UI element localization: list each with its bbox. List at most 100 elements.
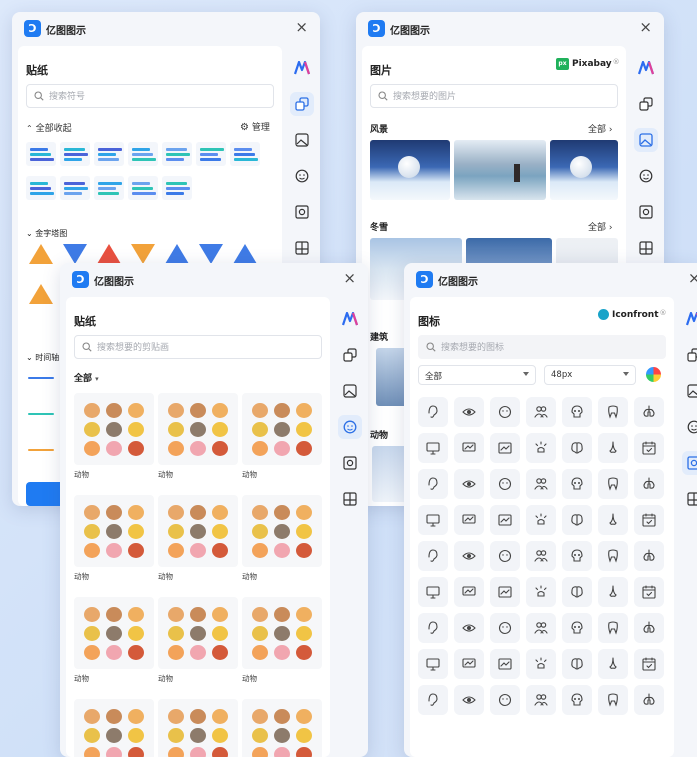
sticker-card[interactable]: 动物 xyxy=(74,393,154,480)
bulb-icon[interactable] xyxy=(526,433,556,463)
nose-icon[interactable] xyxy=(598,577,628,607)
sticker-card[interactable]: 动物 xyxy=(242,597,322,684)
ear-icon[interactable] xyxy=(418,469,448,499)
people-icon[interactable] xyxy=(526,397,556,427)
shapes-icon[interactable] xyxy=(682,343,697,367)
tooth-icon[interactable] xyxy=(598,541,628,571)
icon-library-icon[interactable] xyxy=(290,200,314,224)
sticker-card[interactable]: 动物 xyxy=(242,393,322,480)
diagram-symbol[interactable] xyxy=(128,176,158,200)
calendar-icon[interactable] xyxy=(634,649,664,679)
diagram-symbol[interactable] xyxy=(128,142,158,166)
ai-brand-icon[interactable] xyxy=(682,307,697,331)
ear-icon[interactable] xyxy=(418,685,448,715)
size-select[interactable]: 48px xyxy=(544,365,636,385)
lungs-icon[interactable] xyxy=(634,469,664,499)
template-icon[interactable] xyxy=(682,487,697,511)
close-button[interactable]: × xyxy=(688,271,697,286)
search-input-box[interactable] xyxy=(74,335,322,359)
nose-icon[interactable] xyxy=(598,505,628,535)
nose-icon[interactable] xyxy=(598,649,628,679)
eye-icon[interactable] xyxy=(454,469,484,499)
skull-icon[interactable] xyxy=(562,685,592,715)
people-icon[interactable] xyxy=(526,613,556,643)
ear-icon[interactable] xyxy=(418,397,448,427)
diagram-symbol[interactable] xyxy=(94,142,124,166)
template-icon[interactable] xyxy=(634,236,658,260)
skull-icon[interactable] xyxy=(562,541,592,571)
tooth-icon[interactable] xyxy=(598,613,628,643)
people-icon[interactable] xyxy=(526,469,556,499)
image-icon[interactable] xyxy=(338,379,362,403)
pixabay-brand[interactable]: px Pixabay ® xyxy=(556,58,620,70)
diagram-symbol[interactable] xyxy=(26,142,56,166)
icon-library-icon[interactable] xyxy=(338,451,362,475)
close-button[interactable]: × xyxy=(639,20,652,35)
eye-icon[interactable] xyxy=(454,613,484,643)
tooth-icon[interactable] xyxy=(598,685,628,715)
monitor-icon[interactable] xyxy=(418,649,448,679)
brain-icon[interactable] xyxy=(562,433,592,463)
lungs-icon[interactable] xyxy=(634,397,664,427)
monitor-icon[interactable] xyxy=(418,433,448,463)
diagram-symbol[interactable] xyxy=(230,142,260,166)
diagram-symbol[interactable] xyxy=(26,176,56,200)
iconfront-brand[interactable]: Iconfront ® xyxy=(598,309,667,320)
search-input[interactable] xyxy=(393,89,590,104)
ear-icon[interactable] xyxy=(418,541,448,571)
face-icon[interactable] xyxy=(490,541,520,571)
diagram-symbol[interactable] xyxy=(60,142,90,166)
calendar-icon[interactable] xyxy=(634,505,664,535)
calendar-icon[interactable] xyxy=(634,433,664,463)
brain-icon[interactable] xyxy=(562,649,592,679)
monitor-chart-icon[interactable] xyxy=(454,649,484,679)
pyramid-symbol[interactable] xyxy=(26,242,56,266)
tooth-icon[interactable] xyxy=(598,397,628,427)
color-picker-icon[interactable] xyxy=(646,367,661,382)
diagram-symbol[interactable] xyxy=(162,176,192,200)
monitor-chart-icon[interactable] xyxy=(454,433,484,463)
lungs-icon[interactable] xyxy=(634,613,664,643)
see-all-link[interactable]: 全部 › xyxy=(588,122,613,135)
sticker-card[interactable]: 动物 xyxy=(158,699,238,757)
nose-icon[interactable] xyxy=(598,433,628,463)
image-thumbnail[interactable] xyxy=(550,140,618,200)
bulb-icon[interactable] xyxy=(526,577,556,607)
search-input-box[interactable] xyxy=(370,84,618,108)
chart-icon[interactable] xyxy=(490,505,520,535)
section-timeline[interactable]: ⌄ 时间轴 xyxy=(26,352,59,363)
eye-icon[interactable] xyxy=(454,397,484,427)
brain-icon[interactable] xyxy=(562,505,592,535)
category-filter[interactable]: 全部 ▾ xyxy=(74,371,99,384)
icon-library-icon[interactable] xyxy=(634,200,658,224)
people-icon[interactable] xyxy=(526,685,556,715)
eye-icon[interactable] xyxy=(454,685,484,715)
skull-icon[interactable] xyxy=(562,397,592,427)
sticker-card[interactable]: 动物 xyxy=(158,597,238,684)
chart-icon[interactable] xyxy=(490,577,520,607)
tooth-icon[interactable] xyxy=(598,469,628,499)
monitor-icon[interactable] xyxy=(418,577,448,607)
search-input[interactable] xyxy=(97,340,294,355)
ear-icon[interactable] xyxy=(418,613,448,643)
see-all-link[interactable]: 全部 › xyxy=(588,220,613,233)
eye-icon[interactable] xyxy=(454,541,484,571)
face-icon[interactable] xyxy=(490,469,520,499)
sticker-card[interactable]: 动物 xyxy=(158,393,238,480)
monitor-chart-icon[interactable] xyxy=(454,505,484,535)
diagram-symbol[interactable] xyxy=(196,142,226,166)
sticker-card[interactable]: 动物 xyxy=(74,495,154,582)
monitor-chart-icon[interactable] xyxy=(454,577,484,607)
timeline-symbol[interactable] xyxy=(26,402,56,426)
sticker-card[interactable]: 动物 xyxy=(242,495,322,582)
diagram-symbol[interactable] xyxy=(162,142,192,166)
shapes-icon[interactable] xyxy=(338,343,362,367)
sticker-card[interactable]: 动物 xyxy=(158,495,238,582)
timeline-symbol[interactable] xyxy=(26,438,56,462)
sticker-icon[interactable] xyxy=(682,415,697,439)
search-input-box[interactable] xyxy=(26,84,274,108)
search-input-box[interactable] xyxy=(418,335,666,359)
timeline-symbol[interactable] xyxy=(26,366,56,390)
manage-button[interactable]: ⚙ 管理 xyxy=(240,120,270,133)
close-button[interactable]: × xyxy=(295,20,308,35)
